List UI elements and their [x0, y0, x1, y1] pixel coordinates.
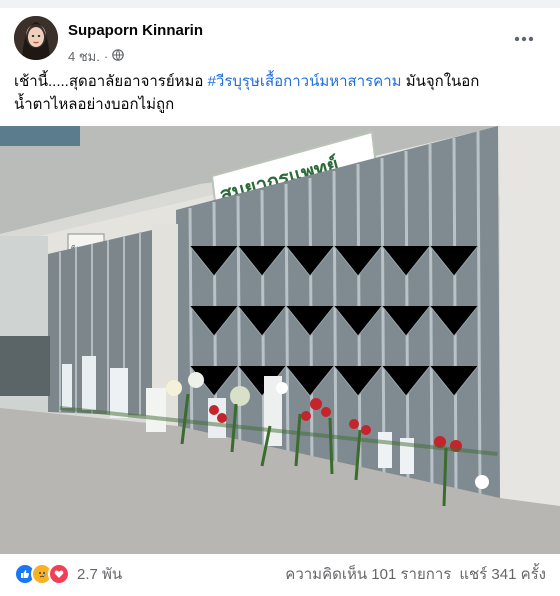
author-name[interactable]: Supaporn Kinnarin [68, 22, 203, 39]
more-horizontal-icon[interactable] [514, 26, 534, 47]
text-suffix: มันจุกในอก [405, 73, 480, 90]
love-icon [48, 563, 70, 585]
post-text-line-2: น้ำตาไหลอย่างบอกไม่ถูก [14, 96, 175, 113]
post-text-line-1: เช้านี้.....สุดอาลัยอาจารย์หมอ #วีรบุรุษ… [14, 70, 544, 93]
post-text: เช้านี้.....สุดอาลัยอาจารย์หมอ #วีรบุรุษ… [14, 70, 544, 116]
post-meta: 4 ชม. · [68, 46, 125, 67]
comments-count[interactable]: ความคิดเห็น 101 รายการ [285, 562, 451, 586]
post-footer: 2.7 พัน ความคิดเห็น 101 รายการ แชร์ 341 … [14, 560, 546, 588]
globe-icon[interactable] [112, 49, 125, 64]
reactions-summary[interactable]: 2.7 พัน [14, 562, 122, 586]
reaction-count[interactable]: 2.7 พัน [77, 562, 122, 586]
hashtag-link[interactable]: #วีรบุรุษเสื้อกาวน์มหาสารคาม [208, 73, 402, 90]
avatar[interactable] [14, 16, 58, 60]
shares-count[interactable]: แชร์ 341 ครั้ง [459, 562, 546, 586]
post-photo[interactable]: สมยากรแพทย์ ซี.เอส.คลินิก [0, 126, 560, 554]
post-card: Supaporn Kinnarin 4 ชม. · เช้านี้.....สุ… [0, 8, 560, 596]
post-time[interactable]: 4 ชม. [68, 46, 100, 67]
dot-separator: · [103, 49, 109, 64]
text-prefix: เช้านี้.....สุดอาลัยอาจารย์หมอ [14, 73, 204, 90]
engagement-stats: ความคิดเห็น 101 รายการ แชร์ 341 ครั้ง [285, 562, 546, 586]
post-header: Supaporn Kinnarin 4 ชม. · [14, 16, 546, 64]
